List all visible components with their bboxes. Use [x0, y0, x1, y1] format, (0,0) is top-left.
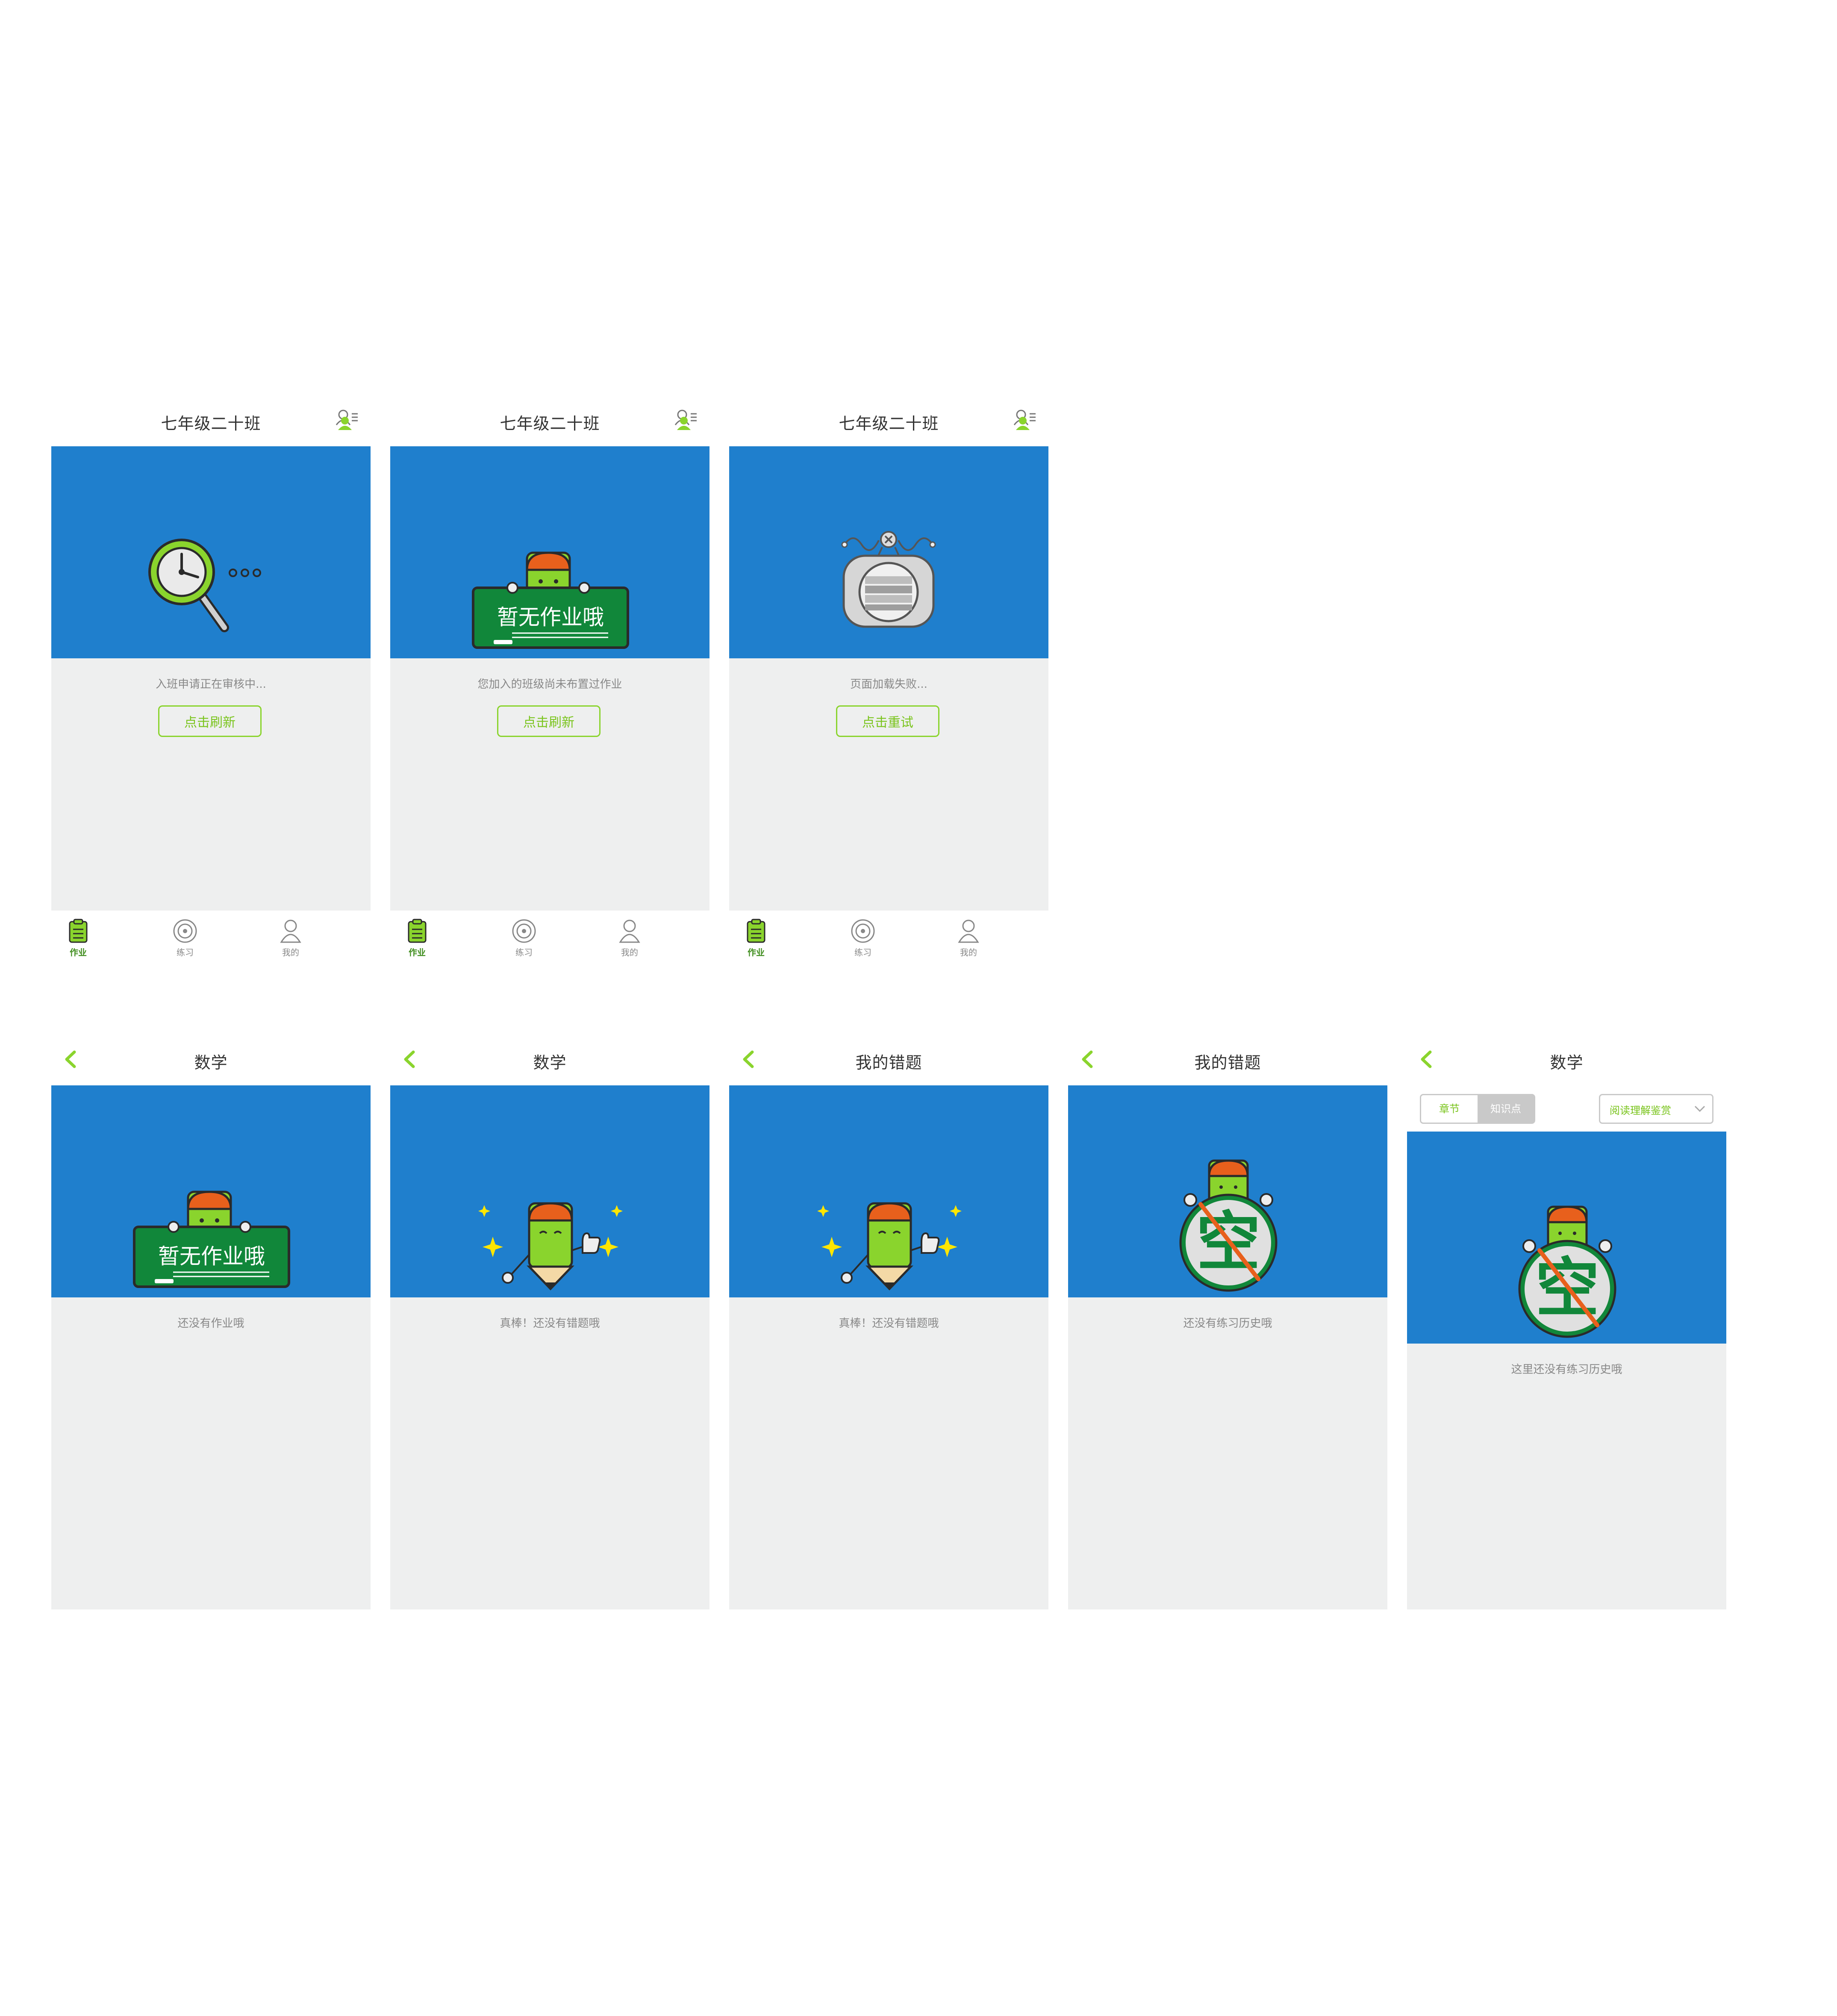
tab-profile[interactable]: 我的: [265, 918, 316, 965]
tab-homework[interactable]: 作业: [730, 918, 782, 965]
content-area: [729, 1297, 1048, 1609]
empty-badge-illustration: 空: [1518, 1205, 1616, 1338]
page-title: 七年级二十班: [500, 414, 600, 433]
tab-profile[interactable]: 我的: [943, 918, 994, 965]
refresh-button[interactable]: 点击刷新: [158, 705, 262, 737]
classmates-icon[interactable]: [333, 406, 360, 433]
tab-homework[interactable]: 作业: [392, 918, 443, 965]
status-message: 真棒！还没有错题哦: [839, 1317, 939, 1330]
tab-label: 练习: [854, 947, 871, 958]
tab-label: 我的: [960, 947, 977, 958]
happy-pencil-illustration: [478, 1202, 623, 1291]
tab-label: 练习: [177, 947, 194, 958]
chevron-down-icon: [1694, 1105, 1705, 1112]
screen-no-homework-class: 七年级二十班 暂无作业哦 您加入的班级尚未布置过作业 点击刷新 作业 练习 我的: [390, 398, 709, 970]
classmates-icon[interactable]: [1011, 406, 1038, 433]
clipboard-icon: [69, 919, 88, 943]
clipboard-icon: [408, 919, 427, 943]
category-dropdown[interactable]: 阅读理解鉴赏: [1599, 1094, 1713, 1124]
classmates-icon[interactable]: [672, 406, 699, 433]
status-message: 入班申请正在审核中...: [156, 678, 266, 691]
nav-bar: 七年级二十班: [51, 398, 371, 446]
nav-bar: 我的错题: [729, 1037, 1048, 1085]
tab-label: 作业: [748, 947, 765, 958]
target-icon: [173, 919, 197, 943]
user-icon: [958, 920, 979, 943]
tab-bar: 作业 练习 我的: [51, 911, 371, 970]
happy-pencil-illustration: [817, 1202, 962, 1291]
status-message: 页面加载失败...: [850, 678, 927, 691]
tab-profile[interactable]: 我的: [604, 918, 655, 965]
screen-my-mistakes-no-history: 我的错题 空 还没有练习历史哦: [1068, 1037, 1387, 1609]
screen-math-no-homework: 数学 暂无作业哦 还没有作业哦: [51, 1037, 371, 1609]
page-title: 我的错题: [1194, 1053, 1261, 1072]
content-area: [390, 658, 709, 911]
page-title: 七年级二十班: [161, 414, 261, 433]
refresh-button[interactable]: 点击刷新: [497, 705, 601, 737]
content-area: [1068, 1297, 1387, 1609]
nav-bar: 我的错题: [1068, 1037, 1387, 1085]
broken-tv-illustration: [841, 531, 936, 628]
nav-bar: 七年级二十班: [390, 398, 709, 446]
nav-bar: 数学: [390, 1037, 709, 1085]
filter-bar: 章节 知识点 阅读理解鉴赏: [1407, 1085, 1726, 1132]
content-area: [51, 658, 371, 911]
empty-badge-illustration: 空: [1179, 1159, 1278, 1292]
content-area: [51, 1297, 371, 1609]
screen-math-practice-history: 数学 章节 知识点 阅读理解鉴赏 空 这里还没有练习历史哦: [1407, 1037, 1726, 1609]
screen-load-failed: 七年级二十班 页面加载失败... 点击重试 作业 练习 我的: [729, 398, 1048, 970]
status-message: 还没有作业哦: [177, 1317, 244, 1330]
tab-label: 练习: [515, 947, 533, 958]
tab-practice[interactable]: 练习: [837, 918, 889, 965]
segmented-control: 章节 知识点: [1420, 1094, 1535, 1124]
status-message: 您加入的班级尚未布置过作业: [477, 678, 622, 691]
status-message: 真棒！还没有错题哦: [500, 1317, 600, 1330]
tab-homework[interactable]: 作业: [53, 918, 104, 965]
page-title: 七年级二十班: [839, 414, 939, 433]
nav-bar: 七年级二十班: [729, 398, 1048, 446]
tab-bar: 作业 练习 我的: [729, 911, 1048, 970]
board-text: 暂无作业哦: [497, 605, 604, 630]
screen-my-mistakes-empty: 我的错题 真棒！还没有错题哦: [729, 1037, 1048, 1609]
tab-label: 我的: [621, 947, 638, 958]
tab-label: 作业: [409, 947, 426, 958]
content-area: [729, 658, 1048, 911]
status-message: 还没有练习历史哦: [1183, 1317, 1272, 1330]
board-text: 暂无作业哦: [158, 1244, 265, 1269]
nav-bar: 数学: [51, 1037, 371, 1085]
screen-math-no-mistakes: 数学 真棒！还没有错题哦: [390, 1037, 709, 1609]
screen-class-review-pending: 七年级二十班 入班申请正在审核中... 点击刷新 作业 练习 我的: [51, 398, 371, 970]
content-area: [1407, 1344, 1726, 1609]
user-icon: [280, 920, 301, 943]
content-area: [390, 1297, 709, 1609]
tab-practice[interactable]: 练习: [159, 918, 211, 965]
pencil-board-illustration: 暂无作业哦: [472, 551, 629, 649]
user-icon: [619, 920, 640, 943]
segment-knowledge-point[interactable]: 知识点: [1478, 1095, 1534, 1123]
target-icon: [512, 919, 536, 943]
page-title: 数学: [194, 1053, 228, 1072]
magnifier-clock-illustration: [148, 539, 261, 632]
tab-bar: 作业 练习 我的: [390, 911, 709, 970]
clipboard-icon: [747, 919, 765, 943]
tab-label: 我的: [282, 947, 299, 958]
pencil-board-illustration: 暂无作业哦: [133, 1191, 290, 1288]
retry-button[interactable]: 点击重试: [836, 705, 939, 737]
dropdown-value: 阅读理解鉴赏: [1610, 1105, 1671, 1117]
nav-bar: 数学: [1407, 1037, 1726, 1085]
tab-label: 作业: [70, 947, 87, 958]
segment-chapter[interactable]: 章节: [1421, 1095, 1478, 1123]
page-title: 我的错题: [855, 1053, 922, 1072]
page-title: 数学: [533, 1053, 567, 1072]
tab-practice[interactable]: 练习: [498, 918, 550, 965]
page-title: 数学: [1550, 1053, 1584, 1072]
status-message: 这里还没有练习历史哦: [1511, 1363, 1622, 1376]
target-icon: [851, 919, 875, 943]
